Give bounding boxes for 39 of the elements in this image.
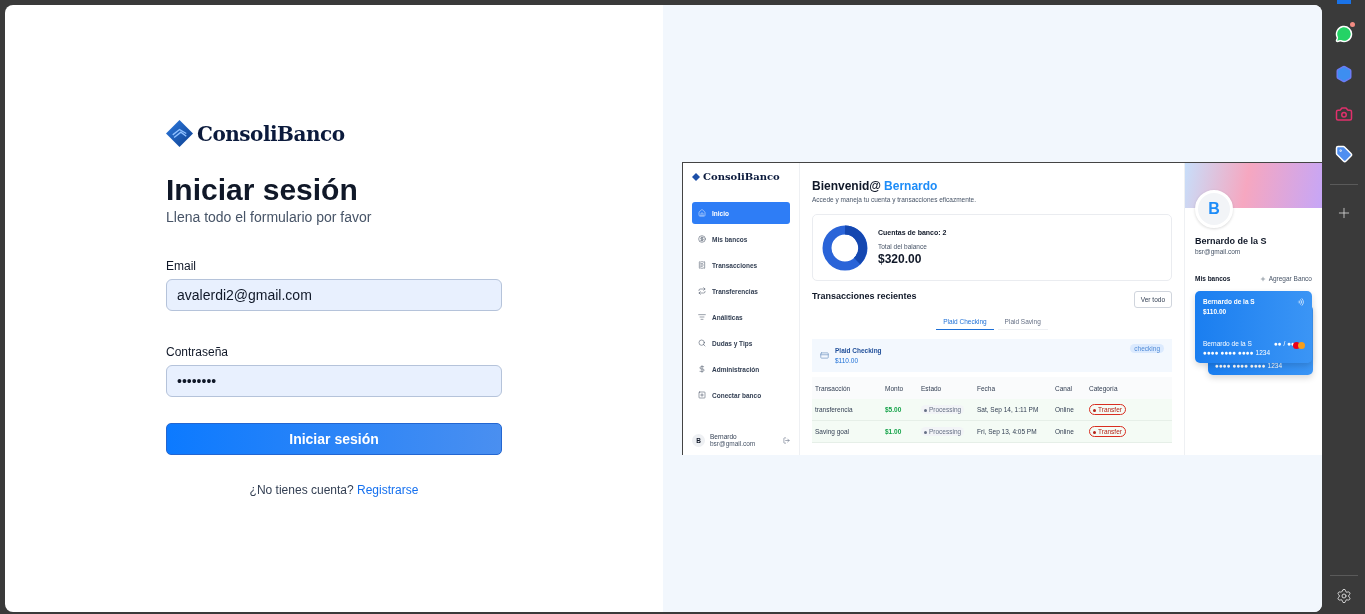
camera-icon[interactable] [1334,105,1353,123]
field-label: Contraseña [166,345,230,359]
signup-prompt: ¿No tienes cuenta? Registrarse [248,483,420,497]
field-label: Email [166,259,197,273]
chat-bubble-icon[interactable] [1334,25,1353,43]
donut-chart-drawing [822,224,868,271]
diamond-logo-icon [692,172,700,181]
profile-name: Bernardo de la S [1195,236,1267,246]
home-icon [698,209,706,217]
input-field[interactable]: •••••••• [166,365,502,397]
plus-icon [1259,275,1266,282]
contactless-icon [1297,298,1305,306]
greeting: Bienvenid@ [812,179,882,193]
app-icon[interactable] [1336,0,1351,4]
diamond-logo-icon [166,120,193,147]
dollar-coin-icon [698,235,706,243]
login-button[interactable]: Iniciar sesión [166,423,502,455]
settings-icon[interactable] [1335,588,1352,604]
greeting-name: Bernardo [884,179,938,193]
card-brand-icon [1293,342,1305,349]
brand-name: ConsoliBanco [703,171,780,182]
hexagon-icon[interactable] [1334,65,1353,83]
logout-icon[interactable] [783,436,790,444]
profile-avatar: B [1195,190,1233,228]
signup-link[interactable]: Registrarse [357,483,419,497]
page-subtitle: Llena todo el formulario por favor [166,209,373,225]
input-field[interactable]: avalerdi2@gmail.com [166,279,502,311]
balance-amount: $320.00 [878,252,922,266]
receipt-icon [698,261,706,269]
filter-icon [698,313,706,321]
add-square-icon [698,391,706,399]
card-icon [820,351,829,360]
dollar-icon [698,365,706,373]
brand-name: ConsoliBanco [197,121,345,146]
page-title: Iniciar sesión [166,173,359,207]
section-title: Transacciones recientes [812,291,917,301]
tag-icon[interactable] [1334,145,1353,163]
transfer-icon [698,287,706,295]
search-icon [698,339,706,347]
